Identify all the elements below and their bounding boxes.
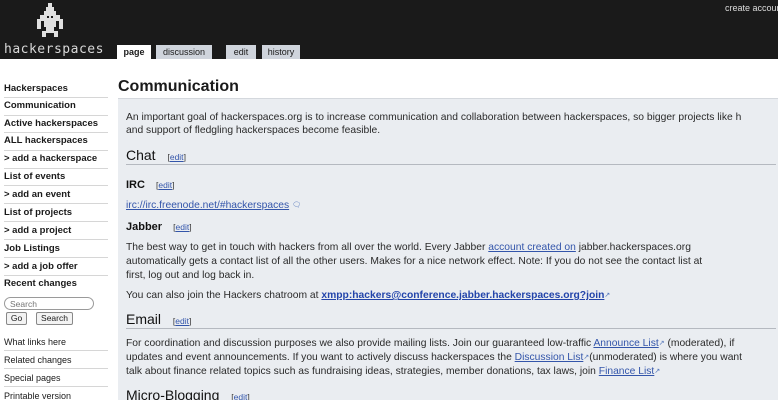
edit-section-link[interactable]: edit (158, 180, 172, 190)
external-link-icon: ↗ (604, 292, 611, 299)
section-heading-email: Email [edit] (126, 311, 192, 327)
sidebar-divider (4, 257, 108, 258)
sidebar-divider (4, 203, 108, 204)
jabber-chatroom-link[interactable]: xmpp:hackers@conference.jabber.hackerspa… (321, 290, 604, 301)
edit-section-link[interactable]: edit (176, 222, 190, 232)
edit-section-link[interactable]: edit (175, 316, 189, 326)
toolbox-what-links-here[interactable]: What links here (4, 336, 108, 348)
sidebar-divider (4, 132, 108, 133)
section-heading-jabber: Jabber [edit] (126, 221, 192, 233)
tab-history[interactable]: history (262, 45, 300, 59)
sidebar-item-list-of-projects[interactable]: List of projects (4, 207, 108, 219)
finance-list-link[interactable]: Finance List (599, 366, 655, 377)
irc-link[interactable]: irc://irc.freenode.net/#hackerspaces (126, 200, 289, 211)
section-rule (126, 164, 776, 165)
sidebar-item-add-event[interactable]: > add an event (4, 189, 108, 201)
sidebar-divider (4, 168, 108, 169)
account-created-link[interactable]: account created on (488, 242, 576, 253)
hackerspaces-logo-icon[interactable] (35, 3, 65, 39)
sidebar-divider (4, 150, 108, 151)
sidebar-divider (4, 97, 108, 98)
toolbox-related-changes[interactable]: Related changes (4, 354, 108, 366)
search-input[interactable] (4, 297, 94, 310)
sidebar-item-hackerspaces[interactable]: Hackerspaces (4, 83, 108, 95)
toolbox-printable-version[interactable]: Printable version (4, 390, 108, 400)
sidebar-item-active-hackerspaces[interactable]: Active hackerspaces (4, 118, 108, 130)
intro-line-2: and support of fledgling hackerspaces be… (126, 125, 381, 136)
sidebar-item-list-of-events[interactable]: List of events (4, 171, 108, 183)
sidebar-divider (4, 275, 108, 276)
sidebar-item-recent-changes[interactable]: Recent changes (4, 278, 108, 290)
section-heading-chat: Chat [edit] (126, 147, 186, 163)
tab-discussion[interactable]: discussion (156, 45, 212, 59)
sidebar-divider (4, 115, 108, 116)
jabber-text-line-2: automatically gets a contact list of all… (126, 256, 703, 267)
intro-line-1: An important goal of hackerspaces.org is… (126, 112, 742, 123)
sidebar-item-add-job-offer[interactable]: > add a job offer (4, 261, 108, 273)
tab-page[interactable]: page (117, 45, 151, 60)
sidebar-item-communication[interactable]: Communication (4, 100, 108, 112)
go-button[interactable]: Go (6, 312, 27, 325)
main-content: Communication An important goal of hacke… (118, 59, 778, 400)
page-title: Communication (118, 78, 239, 95)
article-body: An important goal of hackerspaces.org is… (118, 98, 778, 400)
search-button[interactable]: Search (36, 312, 73, 325)
section-rule (126, 328, 776, 329)
sidebar-divider (4, 239, 108, 240)
jabber-text-line-3: first, log out and log back in. (126, 270, 255, 281)
edit-section-link[interactable]: edit (234, 392, 248, 400)
announce-list-link[interactable]: Announce List (593, 338, 658, 349)
edit-section-link[interactable]: edit (170, 152, 184, 162)
sidebar-item-job-listings[interactable]: Job Listings (4, 243, 108, 255)
sidebar-divider (4, 221, 108, 222)
section-heading-micro-blogging: Micro-Blogging [edit] (126, 387, 250, 400)
site-name[interactable]: hackerspaces (4, 42, 104, 57)
sidebar-divider (4, 386, 108, 387)
sidebar-item-add-hackerspace[interactable]: > add a hackerspace (4, 153, 108, 165)
external-link-icon: ↗ (654, 368, 661, 375)
create-account-link[interactable]: create account (725, 3, 778, 13)
sidebar-item-add-project[interactable]: > add a project (4, 225, 108, 237)
section-heading-irc: IRC [edit] (126, 179, 175, 191)
discussion-list-link[interactable]: Discussion List (515, 352, 584, 363)
tab-edit[interactable]: edit (226, 45, 256, 59)
sidebar-divider (4, 368, 108, 369)
sidebar: Hackerspaces Communication Active hacker… (0, 59, 110, 400)
toolbox-special-pages[interactable]: Special pages (4, 372, 108, 384)
sidebar-divider (4, 185, 108, 186)
irc-chat-icon: 🗨 (292, 202, 301, 209)
sidebar-item-all-hackerspaces[interactable]: ALL hackerspaces (4, 135, 108, 147)
site-header: hackerspaces create account page discuss… (0, 0, 778, 60)
sidebar-divider (4, 350, 108, 351)
